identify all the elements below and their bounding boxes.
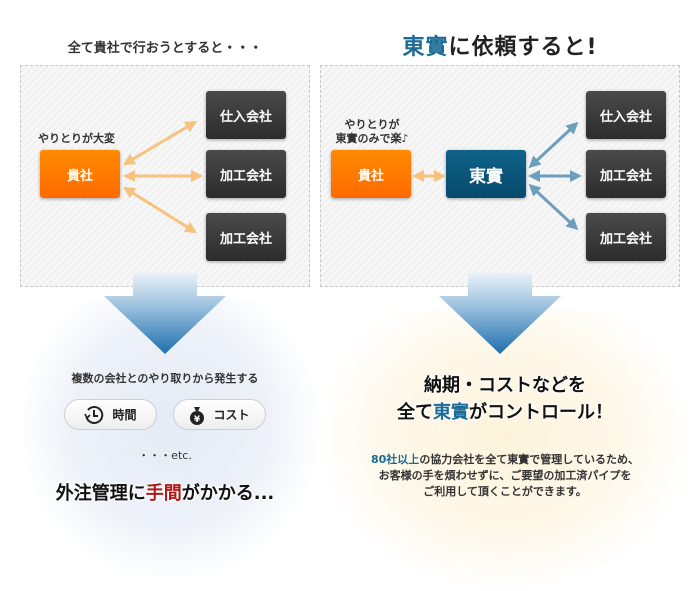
cost-badge: ¥ コスト xyxy=(173,399,266,430)
clock-icon xyxy=(84,405,104,424)
control-line-2-pre: 全て xyxy=(397,402,433,423)
control-line-2-highlight: 東實 xyxy=(433,402,469,423)
desc-line-1: 80社以上の協力会社を全て東實で管理しているため、 xyxy=(330,452,680,468)
right-arrow-to-partner-3 xyxy=(528,183,579,231)
left-arrow-to-partner-3 xyxy=(122,186,198,234)
control-line-2-post: がコントロール！ xyxy=(469,402,613,423)
desc-line-2: お客様の手を煩わせずに、ご要望の加工済パイプを xyxy=(378,469,632,482)
cost-badge-label: コスト xyxy=(213,408,250,422)
time-badge-label: 時間 xyxy=(112,408,137,422)
right-description: 80社以上の協力会社を全て東實で管理しているため、 お客様の手を煩わせずに、ご要… xyxy=(330,452,680,500)
left-conclusion: 外注管理に手間がかかる... xyxy=(20,479,310,505)
left-conclusion-post: がかかる... xyxy=(181,483,275,504)
svg-text:¥: ¥ xyxy=(194,415,201,425)
right-control-message: 納期・コストなどを 全て東實がコントロール！ xyxy=(330,372,680,426)
money-bag-icon: ¥ xyxy=(190,406,205,425)
left-conclusion-highlight: 手間 xyxy=(145,483,182,504)
control-line-2: 全て東實がコントロール！ xyxy=(330,399,680,426)
desc-line-1-highlight: 80社以上 xyxy=(371,453,420,466)
left-issue-line: 複数の会社とのやり取りから発生する xyxy=(71,372,259,385)
left-arrow-to-partner-1 xyxy=(122,120,198,166)
right-arrow-to-partner-1 xyxy=(528,121,579,169)
etc-text: ・・・etc. xyxy=(138,449,192,462)
left-conclusion-pre: 外注管理に xyxy=(55,483,146,504)
time-badge: 時間 xyxy=(64,399,157,430)
left-down-arrow xyxy=(104,273,226,354)
desc-line-1-rest: の協力会社を全て東實で管理しているため、 xyxy=(419,453,639,466)
desc-line-3: ご利用して頂くことができます。 xyxy=(423,485,587,498)
control-line-1: 納期・コストなどを xyxy=(424,375,586,396)
right-down-arrow xyxy=(439,273,561,354)
